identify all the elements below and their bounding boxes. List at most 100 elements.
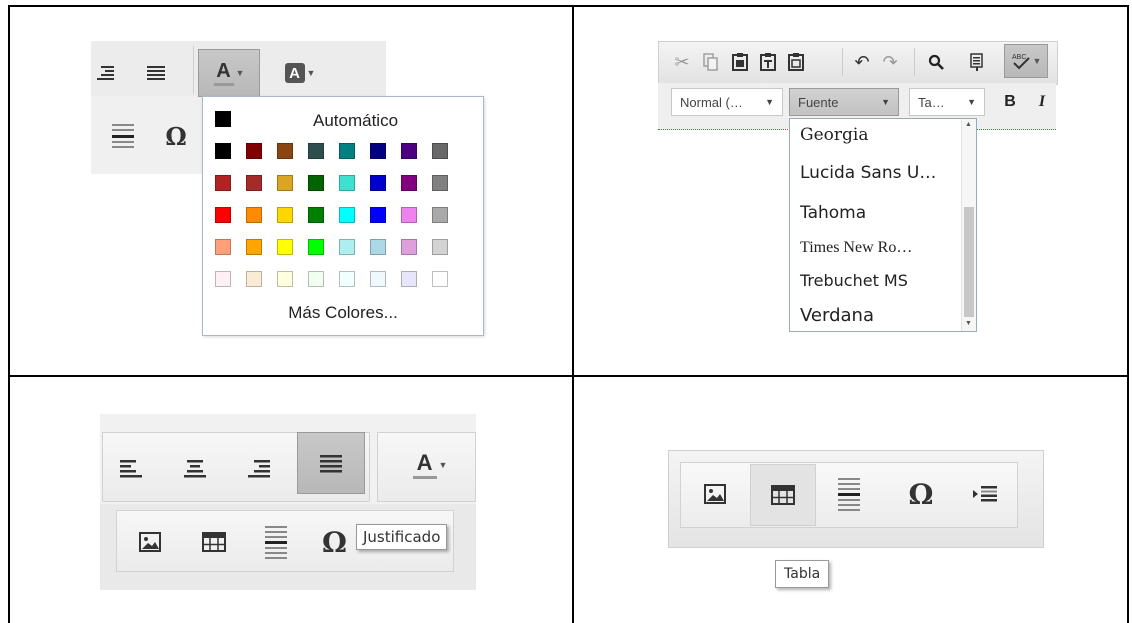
tooltip-justificado: Justificado <box>356 524 448 550</box>
special-character-button[interactable]: Ω <box>322 522 350 562</box>
color-swatch[interactable] <box>215 271 231 287</box>
color-swatch[interactable] <box>246 143 262 159</box>
color-swatch[interactable] <box>432 143 448 159</box>
copy-button[interactable] <box>697 48 725 76</box>
scroll-down-arrow-icon[interactable]: ▼ <box>965 320 972 327</box>
font-option-verdana[interactable]: Verdana <box>800 305 874 326</box>
color-swatch[interactable] <box>308 143 324 159</box>
undo-button[interactable]: ↶ <box>848 48 876 76</box>
scroll-up-arrow-icon[interactable]: ▲ <box>965 121 972 128</box>
color-swatch[interactable] <box>277 207 293 223</box>
table-button[interactable] <box>750 464 816 526</box>
color-swatch[interactable] <box>432 239 448 255</box>
undo-icon: ↶ <box>854 51 870 72</box>
color-swatch[interactable] <box>370 271 386 287</box>
color-swatch[interactable] <box>215 207 231 223</box>
color-swatch[interactable] <box>432 271 448 287</box>
color-swatch[interactable] <box>277 143 293 159</box>
color-swatch[interactable] <box>215 143 231 159</box>
color-swatch[interactable] <box>339 143 355 159</box>
more-colors-option[interactable]: Más Colores... <box>203 303 483 323</box>
special-character-button[interactable]: Ω <box>156 118 196 154</box>
align-justify-icon <box>147 66 165 80</box>
tooltip-tabla: Tabla <box>775 560 830 588</box>
horizontal-line-button[interactable] <box>256 518 296 566</box>
color-swatch[interactable] <box>339 207 355 223</box>
select-all-button[interactable] <box>964 48 992 76</box>
align-right-button[interactable] <box>92 58 118 88</box>
font-option-times-new-roman[interactable]: Times New Ro… <box>800 239 912 257</box>
color-swatch[interactable] <box>215 175 231 191</box>
find-button[interactable] <box>922 48 950 76</box>
color-swatch[interactable] <box>277 175 293 191</box>
color-swatch[interactable] <box>277 239 293 255</box>
color-swatch[interactable] <box>246 175 262 191</box>
color-swatch[interactable] <box>339 175 355 191</box>
paste-word-icon <box>788 53 804 71</box>
justify-button[interactable] <box>140 58 172 88</box>
color-swatch[interactable] <box>339 271 355 287</box>
align-center-button[interactable] <box>174 448 216 488</box>
font-combo[interactable]: Fuente ▼ <box>789 88 899 116</box>
background-color-button[interactable]: A ▼ <box>270 56 330 90</box>
text-color-letter: A <box>216 59 231 82</box>
italic-icon: I <box>1038 93 1046 110</box>
paste-word-button[interactable] <box>782 48 810 76</box>
color-swatch[interactable] <box>246 207 262 223</box>
color-swatch[interactable] <box>401 271 417 287</box>
color-swatch[interactable] <box>308 239 324 255</box>
color-swatch[interactable] <box>246 239 262 255</box>
font-option-lucida-sans[interactable]: Lucida Sans U… <box>800 163 936 183</box>
italic-button[interactable]: I <box>1030 88 1054 116</box>
special-character-button[interactable]: Ω <box>896 470 946 518</box>
text-color-icon: A <box>213 59 234 86</box>
color-swatch[interactable] <box>432 175 448 191</box>
align-right-button[interactable] <box>238 448 280 488</box>
bold-button[interactable]: B <box>997 88 1023 116</box>
align-left-button[interactable] <box>110 448 152 488</box>
scrollbar-thumb[interactable] <box>964 207 974 317</box>
color-swatch[interactable] <box>370 239 386 255</box>
color-swatch[interactable] <box>339 239 355 255</box>
paste-text-button[interactable] <box>754 48 782 76</box>
color-swatch[interactable] <box>215 239 231 255</box>
color-swatch[interactable] <box>277 271 293 287</box>
color-swatch[interactable] <box>401 239 417 255</box>
image-button[interactable] <box>128 522 172 562</box>
horizontal-line-icon <box>838 478 860 511</box>
color-swatch[interactable] <box>246 271 262 287</box>
redo-button[interactable]: ↷ <box>876 48 904 76</box>
color-swatch[interactable] <box>370 175 386 191</box>
text-color-icon: A <box>412 451 437 479</box>
spellcheck-button[interactable]: ABC ▼ <box>1004 44 1048 78</box>
font-list-scrollbar[interactable]: ▲ ▼ <box>961 119 976 331</box>
table-button[interactable] <box>192 522 236 562</box>
text-color-button[interactable]: A ▼ <box>390 440 470 490</box>
font-option-trebuchet-ms[interactable]: Trebuchet MS <box>800 271 908 290</box>
color-swatch[interactable] <box>308 271 324 287</box>
page: A ▼ A ▼ Ω Automático Más Colores... ✂ ↶ … <box>0 0 1132 623</box>
style-combo[interactable]: Normal (… ▼ <box>671 88 783 116</box>
automatic-color-swatch[interactable] <box>215 111 231 127</box>
image-button[interactable] <box>690 470 740 518</box>
horizontal-line-button[interactable] <box>826 468 872 520</box>
font-option-tahoma[interactable]: Tahoma <box>800 203 866 223</box>
color-swatch[interactable] <box>401 175 417 191</box>
size-combo[interactable]: Ta… ▼ <box>909 88 985 116</box>
color-swatch[interactable] <box>401 207 417 223</box>
color-swatch[interactable] <box>401 143 417 159</box>
page-break-button[interactable] <box>960 470 1010 518</box>
color-swatch[interactable] <box>370 207 386 223</box>
paste-button[interactable] <box>726 48 754 76</box>
cut-button[interactable]: ✂ <box>668 48 696 76</box>
text-color-button[interactable]: A ▼ <box>198 49 260 97</box>
justify-button[interactable] <box>297 432 365 494</box>
color-swatch[interactable] <box>308 207 324 223</box>
horizontal-line-button[interactable] <box>108 118 138 154</box>
chevron-down-icon: ▼ <box>438 460 448 470</box>
color-swatch[interactable] <box>370 143 386 159</box>
color-swatch[interactable] <box>308 175 324 191</box>
color-swatch[interactable] <box>432 207 448 223</box>
font-option-georgia[interactable]: Georgia <box>800 125 868 145</box>
automatic-color-option[interactable]: Automático <box>313 111 398 131</box>
